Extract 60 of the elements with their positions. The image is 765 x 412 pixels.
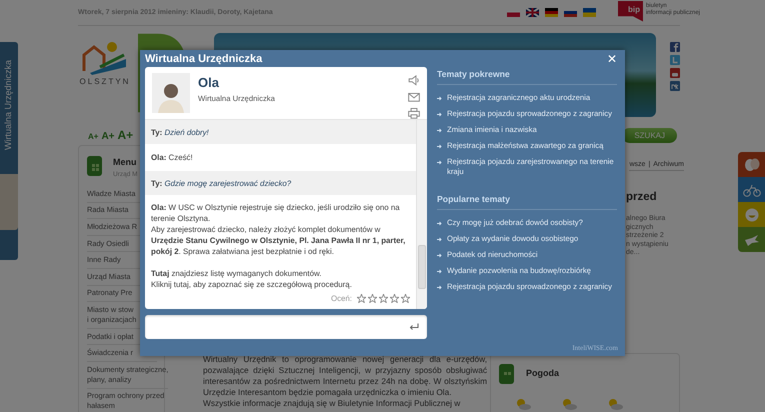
dove-icon [744, 234, 760, 246]
sun-cloud-icon [607, 398, 624, 410]
arrow-icon [437, 160, 442, 165]
masks-icon [744, 158, 760, 172]
theatre-masks-tile[interactable] [738, 152, 765, 177]
star-icon[interactable] [368, 294, 377, 303]
enter-icon [409, 323, 419, 331]
arrow-icon [437, 144, 442, 149]
news-headline: przed [626, 191, 658, 203]
section-title: Popularne tematy [437, 194, 617, 210]
sun-cloud-icon [515, 398, 532, 410]
font-size-button[interactable]: A+ [88, 132, 98, 141]
font-size-button[interactable]: A+ [101, 131, 115, 142]
star-icon[interactable] [379, 294, 388, 303]
star-icon[interactable] [401, 294, 410, 303]
smiley-tile[interactable] [738, 202, 765, 227]
polish-flag-icon[interactable] [506, 8, 520, 17]
german-flag-icon[interactable] [544, 8, 558, 17]
social-network-icon[interactable] [670, 81, 680, 91]
font-size-button[interactable]: A+ [118, 128, 134, 142]
arrow-icon [437, 237, 442, 242]
close-button[interactable]: ✕ [604, 52, 620, 66]
arrow-icon [437, 112, 442, 117]
scrollbar[interactable] [416, 120, 427, 309]
photo-placeholder [0, 174, 18, 230]
weather-title: Pogoda [526, 368, 560, 378]
agent-name: Ola [198, 75, 220, 90]
search-button[interactable]: SZUKAJ [622, 128, 677, 142]
weather-icon [499, 364, 514, 384]
star-icon[interactable] [357, 294, 366, 303]
dove-tile[interactable] [738, 227, 765, 252]
british-flag-icon[interactable] [526, 8, 539, 17]
youtube-icon[interactable] [670, 68, 680, 78]
message-input[interactable] [145, 315, 427, 339]
sun-cloud-icon [561, 398, 578, 410]
arrow-icon [437, 96, 442, 101]
facebook-icon[interactable] [670, 42, 680, 52]
bip-logo[interactable]: bip [618, 0, 643, 22]
russian-flag-icon[interactable] [564, 8, 577, 17]
menu-title: Menu [113, 157, 138, 167]
arrow-icon [437, 269, 442, 274]
bicycle-icon [742, 182, 760, 196]
dialog-title: Wirtualna Urzędniczka [145, 52, 262, 64]
arrow-icon [437, 285, 442, 290]
star-icon[interactable] [390, 294, 399, 303]
speaker-icon[interactable] [408, 75, 420, 86]
printer-icon[interactable] [408, 108, 420, 120]
smiley-icon [744, 208, 758, 222]
logo-text: OLSZTYN [80, 77, 130, 86]
article-paragraph: Wszystkie informacje znajdują się w Biuletynie Informacji Publicznej w [203, 398, 462, 409]
side-tab-label: Wirtualna Urzędniczka [3, 60, 13, 150]
bicycle-tile[interactable] [738, 177, 765, 202]
arrow-icon [437, 128, 442, 133]
ukrainian-flag-icon[interactable] [582, 8, 596, 17]
article-paragraph: Wirtualny Urzędnik to oprogramowanie nowej generacji dla e-urzędów, pozwalające dzięki Sztucznej Inteligencji, w przyjazny sposób obsługiwać interesantów za pośrednictwem Internetu przez 24h na dobę. W olsztyńskim Urzędzie Interesantom będzie pomagała urzędniczka o imieniu Ola. [203, 354, 488, 398]
arrow-icon [437, 253, 442, 258]
section-title: Tematy pokrewne [437, 69, 617, 85]
mail-icon[interactable] [408, 92, 420, 102]
arrow-icon [437, 221, 442, 226]
menu-icon [87, 156, 102, 176]
